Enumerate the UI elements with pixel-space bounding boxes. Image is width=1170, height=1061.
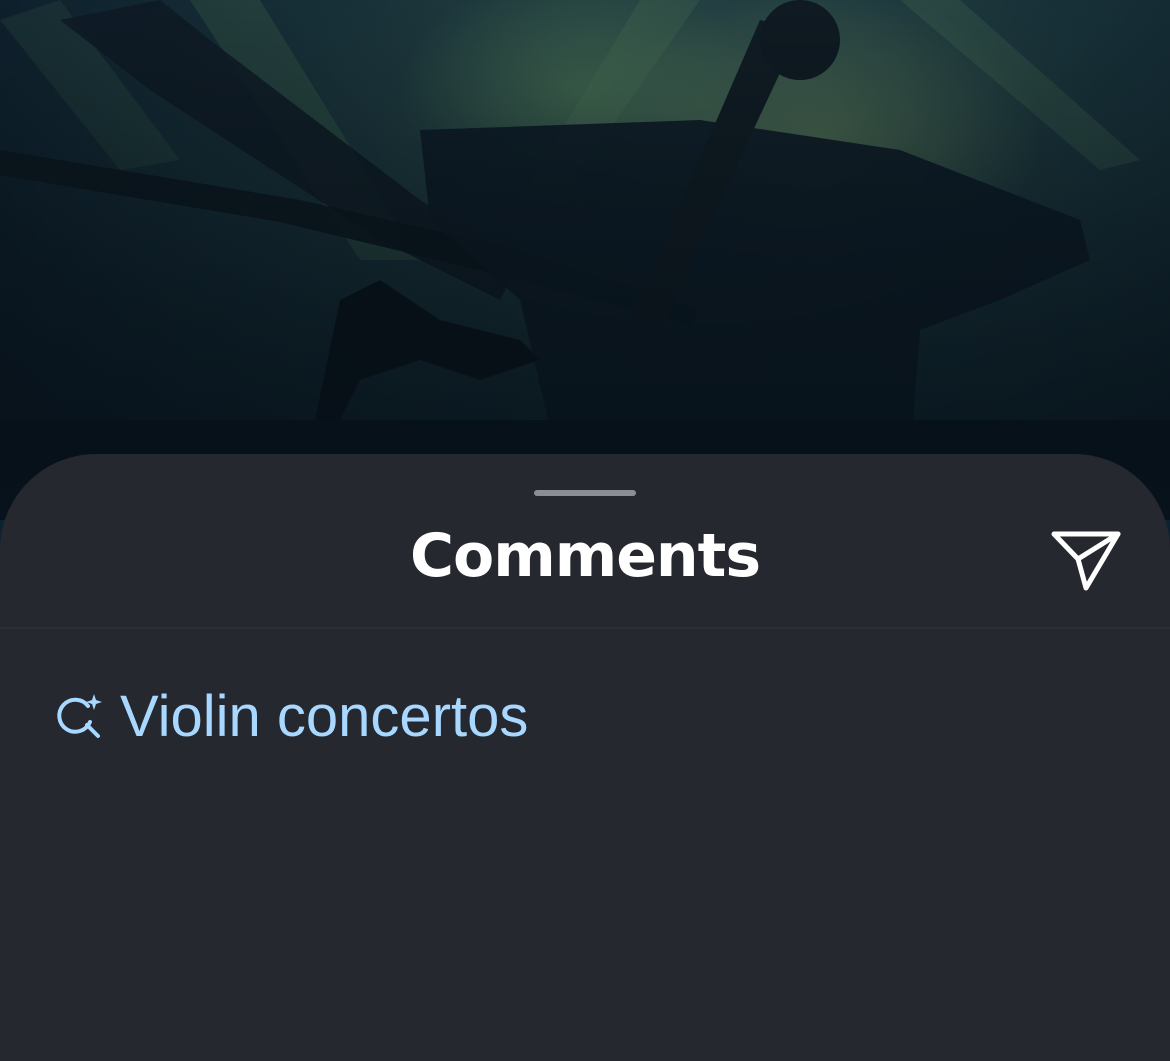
suggestion-label: Violin concertos <box>120 684 529 749</box>
header-divider <box>0 627 1170 629</box>
video-frame[interactable] <box>0 0 1170 520</box>
sheet-grabber-handle[interactable] <box>534 490 636 496</box>
comments-sheet: Comments Violin concertos <box>0 454 1170 1061</box>
share-button[interactable] <box>1048 526 1124 594</box>
sparkle-search-icon <box>57 694 102 738</box>
screen: Comments Violin concertos <box>0 0 1170 1061</box>
sheet-title: Comments <box>409 521 761 591</box>
search-suggestion-link[interactable]: Violin concertos <box>54 682 528 752</box>
video-frame-art <box>0 0 1170 520</box>
paper-plane-icon <box>1051 531 1121 591</box>
